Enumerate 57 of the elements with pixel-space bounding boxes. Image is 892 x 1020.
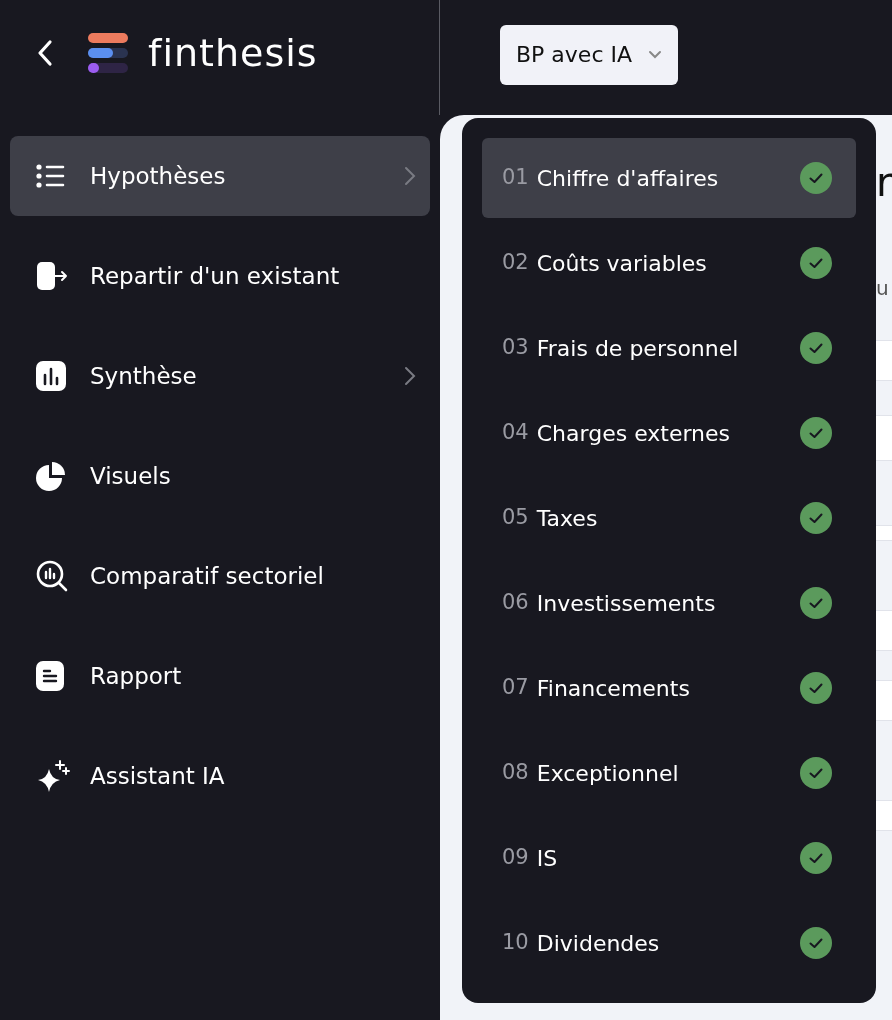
subtitle-text: u xyxy=(876,278,889,298)
sidebar-label: Rapport xyxy=(90,661,183,691)
list-icon xyxy=(36,163,66,189)
caret-icon xyxy=(648,50,662,59)
submenu-item[interactable]: 07 Financements xyxy=(482,648,856,728)
brand-name: finthesis xyxy=(148,33,318,72)
item-label: IS xyxy=(536,844,559,873)
submenu-item[interactable]: 09 IS xyxy=(482,818,856,898)
sidebar-item[interactable]: Comparatif sectoriel xyxy=(10,536,430,616)
item-number: 10 xyxy=(502,929,529,957)
item-label: Financements xyxy=(536,674,691,703)
sidebar-label: Comparatif sectoriel xyxy=(90,561,325,591)
submenu-item[interactable]: 02 Coûts variables xyxy=(482,223,856,303)
item-label: Exceptionnel xyxy=(536,759,680,788)
sidebar-item[interactable]: Repartir d'un existant xyxy=(10,236,430,316)
project-selector[interactable]: BP avec IA xyxy=(500,24,678,85)
pie-chart-icon xyxy=(36,461,66,491)
sparkle-icon xyxy=(36,759,70,793)
submenu-item[interactable]: 08 Exceptionnel xyxy=(482,733,856,813)
item-number: 01 xyxy=(502,164,529,192)
sidebar-label: Repartir d'un existant xyxy=(90,261,341,291)
submenu-item[interactable]: 05 Taxes xyxy=(482,478,856,558)
item-label: Taxes xyxy=(536,504,599,533)
submenu-item[interactable]: 04 Charges externes xyxy=(482,393,856,473)
item-label: Chiffre d'affaires xyxy=(536,164,720,193)
heading-text: r xyxy=(876,162,892,202)
sidebar-label: Assistant IA xyxy=(90,761,226,791)
submenu-item[interactable]: 03 Frais de personnel xyxy=(482,308,856,388)
item-label: Coûts variables xyxy=(536,249,708,278)
sidebar-label: Hypothèses xyxy=(90,161,227,191)
sidebar-item[interactable]: Assistant IA xyxy=(10,736,430,816)
document-icon xyxy=(36,661,64,691)
submenu-item[interactable]: 01 Chiffre d'affaires xyxy=(482,138,856,218)
item-label: Investissements xyxy=(536,589,717,618)
exit-icon xyxy=(36,261,68,291)
bar-chart-icon xyxy=(36,361,66,391)
search-chart-icon xyxy=(36,560,68,592)
item-number: 05 xyxy=(502,504,529,532)
submenu-item[interactable]: 06 Investissements xyxy=(482,563,856,643)
sidebar-item[interactable]: Synthèse xyxy=(10,336,430,416)
submenu-item[interactable]: 10 Dividendes xyxy=(482,903,856,983)
sidebar-item[interactable]: Visuels xyxy=(10,436,430,516)
item-number: 08 xyxy=(502,759,529,787)
item-number: 02 xyxy=(502,249,529,277)
logo-icon xyxy=(88,32,130,73)
item-label: Dividendes xyxy=(536,929,661,958)
item-number: 03 xyxy=(502,334,529,362)
item-number: 04 xyxy=(502,419,529,447)
item-number: 09 xyxy=(502,844,529,872)
item-label: Charges externes xyxy=(536,419,732,448)
item-number: 06 xyxy=(502,589,529,617)
item-label: Frais de personnel xyxy=(536,334,740,363)
sidebar-item[interactable]: Rapport xyxy=(10,636,430,716)
item-number: 07 xyxy=(502,674,529,702)
sidebar-item[interactable]: Hypothèses xyxy=(10,136,430,216)
sidebar-label: Visuels xyxy=(90,461,172,491)
sidebar-label: Synthèse xyxy=(90,361,198,391)
